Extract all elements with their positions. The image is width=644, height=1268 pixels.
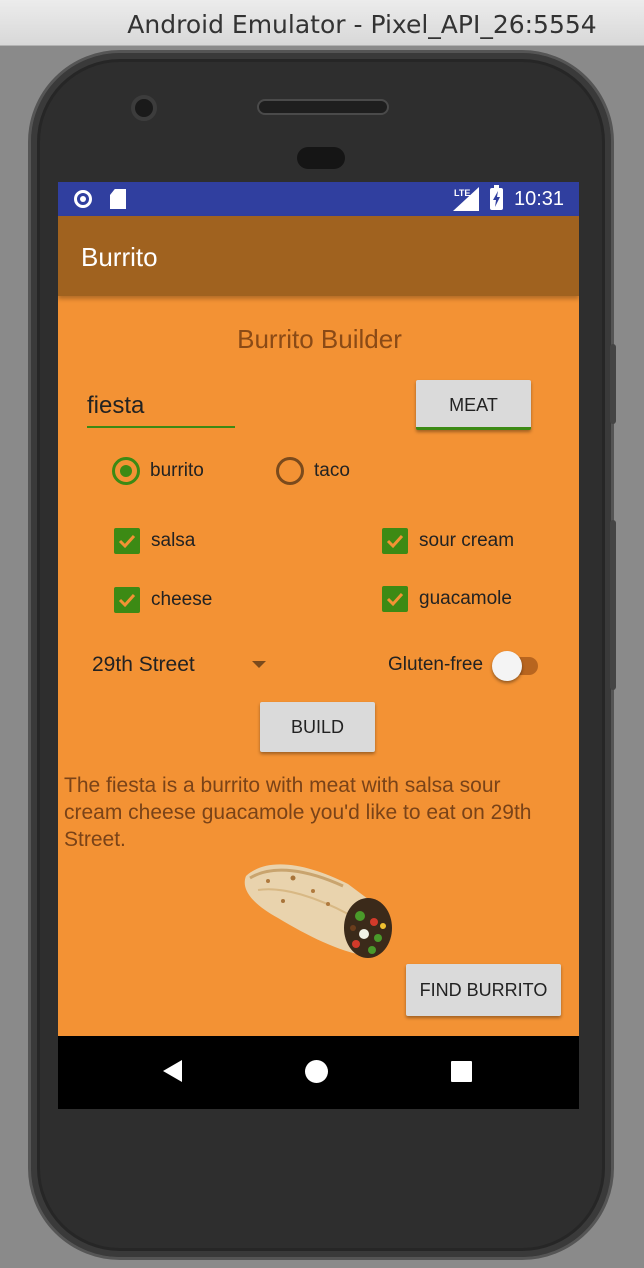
app-content: Burrito Builder MEAT burrito taco salsa … [58,296,579,1036]
radio-burrito-label: burrito [150,460,204,481]
dropdown-arrow-icon[interactable] [252,661,266,668]
status-time: 10:31 [514,188,565,210]
checkbox-salsa-label: salsa [151,530,196,551]
radio-taco-label: taco [314,460,350,481]
window-titlebar: Android Emulator - Pixel_API_26:5554 [0,0,644,46]
sd-card-icon [110,189,126,209]
checkbox-sour-cream[interactable]: sour cream [382,528,514,554]
burrito-image [244,864,392,958]
status-bar: LTE 10:31 [58,182,579,216]
front-camera-icon [131,95,157,121]
checkbox-cheese-label: cheese [151,589,213,610]
volume-button[interactable] [610,520,616,690]
app-bar: Burrito [58,216,579,296]
build-button[interactable]: BUILD [260,702,375,752]
app-title: Burrito [81,242,158,272]
location-spinner-value: 29th Street [92,653,195,676]
checkbox-checked-icon[interactable] [114,528,140,554]
checkbox-checked-icon[interactable] [382,528,408,554]
location-spinner[interactable]: 29th Street [92,650,272,680]
notification-icon [74,190,92,208]
checkbox-sour-cream-label: sour cream [419,530,515,551]
checkbox-cheese[interactable]: cheese [114,587,212,613]
checkbox-guacamole[interactable]: guacamole [382,586,512,612]
checkbox-guacamole-label: guacamole [419,588,512,609]
find-burrito-button[interactable]: FIND BURRITO [406,964,561,1016]
svg-text:LTE: LTE [454,188,470,198]
device-screen: LTE 10:31 Burrito Burrito Builder MEAT b… [58,182,579,1109]
lte-signal-icon: LTE [453,187,479,211]
radio-unchecked-icon[interactable] [276,457,304,485]
page-title: Burrito Builder [237,324,402,354]
battery-charging-icon [490,185,503,210]
checkbox-salsa[interactable]: salsa [114,528,195,554]
radio-checked-icon[interactable] [112,457,140,485]
back-icon[interactable] [163,1060,182,1082]
order-description: The fiesta is a burrito with meat with s… [64,774,532,851]
radio-burrito[interactable]: burrito [112,457,204,485]
meat-button[interactable]: MEAT [416,380,531,430]
checkbox-checked-icon[interactable] [382,586,408,612]
checkbox-checked-icon[interactable] [114,587,140,613]
navigation-bar [58,1036,579,1109]
gluten-free-switch-thumb[interactable] [492,651,522,681]
radio-taco[interactable]: taco [276,457,350,485]
home-icon[interactable] [305,1060,328,1083]
window-title: Android Emulator - Pixel_API_26:5554 [127,10,597,39]
gluten-free-label: Gluten-free [388,654,484,675]
power-button[interactable] [610,344,616,424]
burrito-name-input[interactable] [87,386,235,428]
sensor-slot [297,147,345,169]
recent-apps-icon[interactable] [451,1061,472,1082]
earpiece-speaker [257,99,389,115]
